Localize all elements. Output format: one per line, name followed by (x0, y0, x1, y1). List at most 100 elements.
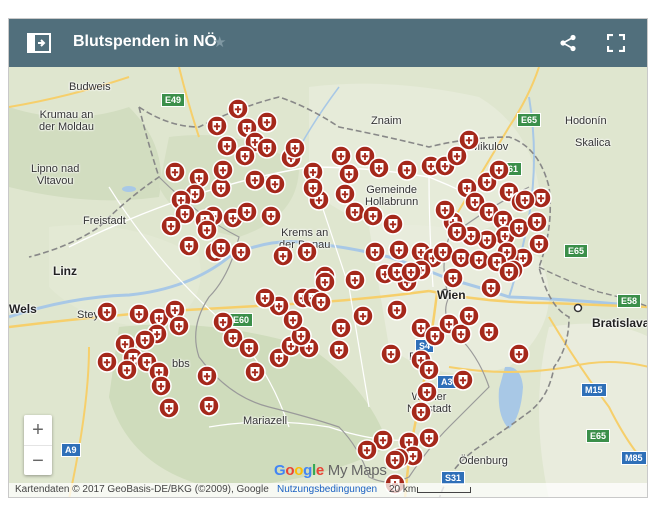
blood-drop-pin-icon (116, 359, 138, 381)
blood-drop-pin-icon (526, 211, 548, 233)
blood-donation-marker[interactable] (116, 359, 138, 383)
blood-donation-marker[interactable] (96, 351, 118, 375)
blood-donation-marker[interactable] (488, 159, 510, 183)
google-my-maps-logo: Google My Maps (274, 462, 387, 479)
blood-donation-marker[interactable] (526, 211, 548, 235)
blood-donation-marker[interactable] (296, 241, 318, 265)
blood-drop-pin-icon (362, 205, 384, 227)
blood-drop-pin-icon (382, 213, 404, 235)
blood-donation-marker[interactable] (284, 137, 306, 161)
sidebar-toggle-icon (27, 33, 51, 53)
map-title: Blutspenden in NÖ (73, 33, 217, 50)
blood-donation-marker[interactable] (458, 305, 480, 329)
blood-donation-marker[interactable] (368, 157, 390, 181)
my-maps-logo-text: My Maps (327, 462, 387, 479)
blood-donation-marker[interactable] (458, 129, 480, 153)
blood-donation-marker[interactable] (410, 401, 432, 425)
blood-donation-marker[interactable] (434, 199, 456, 223)
blood-drop-pin-icon (164, 161, 186, 183)
map-frame: Blutspenden in NÖ ★ Budweis Krumau an de… (8, 18, 648, 498)
blood-donation-marker[interactable] (150, 375, 172, 399)
scale-label: 20 km (389, 484, 417, 495)
zoom-out-button[interactable]: − (24, 445, 52, 476)
blood-donation-marker[interactable] (386, 299, 408, 323)
blood-donation-marker[interactable] (442, 267, 464, 291)
blood-donation-marker[interactable] (382, 213, 404, 237)
blood-drop-pin-icon (244, 361, 266, 383)
blood-donation-marker[interactable] (330, 317, 352, 341)
blood-donation-marker[interactable] (388, 239, 410, 263)
blood-donation-marker[interactable] (230, 241, 252, 265)
blood-donation-marker[interactable] (362, 205, 384, 229)
blood-drop-pin-icon (314, 271, 336, 293)
blood-drop-pin-icon (386, 299, 408, 321)
blood-donation-marker[interactable] (238, 337, 260, 361)
marker-layer (9, 67, 647, 497)
zoom-in-button[interactable]: + (24, 415, 52, 445)
google-logo: Google (274, 462, 324, 479)
blood-donation-marker[interactable] (418, 359, 440, 383)
terms-link[interactable]: Nutzungsbedingungen (277, 483, 377, 497)
blood-donation-marker[interactable] (168, 315, 190, 339)
blood-donation-marker[interactable] (396, 159, 418, 183)
blood-drop-pin-icon (400, 261, 422, 283)
blood-drop-pin-icon (344, 269, 366, 291)
blood-donation-marker[interactable] (234, 145, 256, 169)
blood-drop-pin-icon (260, 205, 282, 227)
blood-drop-pin-icon (328, 339, 350, 361)
blood-donation-marker[interactable] (244, 169, 266, 193)
blood-donation-marker[interactable] (236, 201, 258, 225)
blood-donation-marker[interactable] (164, 161, 186, 185)
blood-donation-marker[interactable] (264, 173, 286, 197)
blood-drop-pin-icon (488, 159, 510, 181)
blood-drop-pin-icon (210, 237, 232, 259)
blood-donation-marker[interactable] (254, 287, 276, 311)
blood-donation-marker[interactable] (196, 365, 218, 389)
blood-drop-pin-icon (352, 305, 374, 327)
star-icon[interactable]: ★ (213, 33, 226, 51)
zoom-control: + − (24, 415, 52, 475)
blood-donation-marker[interactable] (478, 321, 500, 345)
blood-donation-marker[interactable] (514, 189, 536, 213)
blood-donation-marker[interactable] (352, 305, 374, 329)
blood-donation-marker[interactable] (356, 439, 378, 463)
blood-drop-pin-icon (244, 169, 266, 191)
blood-donation-marker[interactable] (400, 261, 422, 285)
blood-drop-pin-icon (508, 343, 530, 365)
blood-donation-marker[interactable] (212, 159, 234, 183)
blood-drop-pin-icon (452, 369, 474, 391)
blood-donation-marker[interactable] (244, 361, 266, 385)
blood-drop-pin-icon (238, 337, 260, 359)
blood-donation-marker[interactable] (158, 397, 180, 421)
blood-drop-pin-icon (198, 395, 220, 417)
scale-bar (417, 487, 471, 493)
blood-donation-marker[interactable] (344, 269, 366, 293)
blood-donation-marker[interactable] (302, 177, 324, 201)
blood-donation-marker[interactable] (452, 369, 474, 393)
blood-donation-marker[interactable] (314, 271, 336, 295)
blood-donation-marker[interactable] (508, 343, 530, 367)
blood-donation-marker[interactable] (272, 245, 294, 269)
blood-donation-marker[interactable] (96, 301, 118, 325)
blood-donation-marker[interactable] (198, 395, 220, 419)
blood-donation-marker[interactable] (384, 449, 406, 473)
blood-donation-marker[interactable] (260, 205, 282, 229)
blood-drop-pin-icon (96, 351, 118, 373)
blood-drop-pin-icon (230, 241, 252, 263)
blood-donation-marker[interactable] (210, 237, 232, 261)
blood-drop-pin-icon (196, 365, 218, 387)
share-button[interactable] (554, 29, 582, 57)
blood-drop-pin-icon (96, 301, 118, 323)
blood-drop-pin-icon (380, 343, 402, 365)
fullscreen-button[interactable] (602, 29, 630, 57)
sidebar-toggle-button[interactable] (25, 29, 53, 57)
blood-donation-marker[interactable] (328, 339, 350, 363)
blood-donation-marker[interactable] (498, 261, 520, 285)
blood-drop-pin-icon (272, 245, 294, 267)
blood-drop-pin-icon (418, 359, 440, 381)
blood-drop-pin-icon (458, 305, 480, 327)
blood-donation-marker[interactable] (380, 343, 402, 367)
blood-donation-marker[interactable] (256, 137, 278, 161)
blood-drop-pin-icon (458, 129, 480, 151)
blood-donation-marker[interactable] (364, 241, 386, 265)
